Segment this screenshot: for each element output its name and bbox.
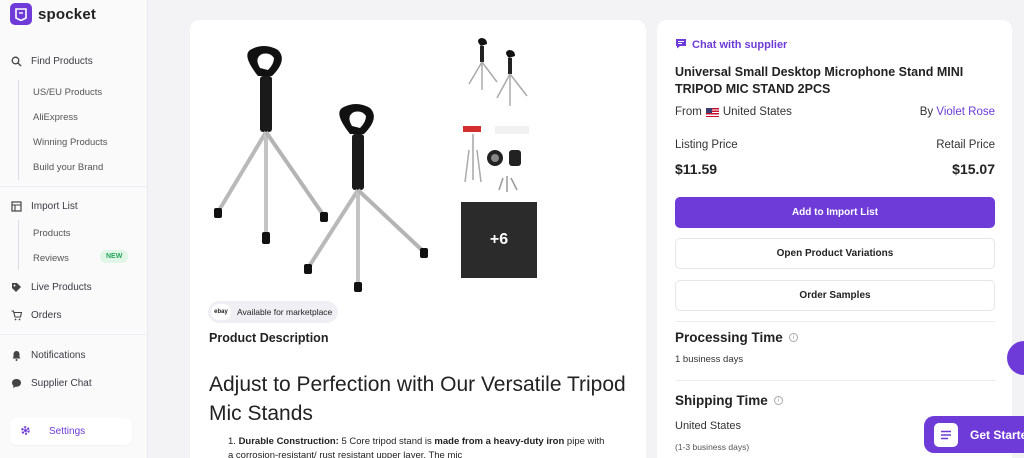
chat-label: Chat with supplier (692, 39, 788, 51)
tag-icon (10, 281, 22, 293)
sidebar-item-products[interactable]: Products (33, 228, 71, 239)
sidebar: spocket Find Products US/EU Products Ali… (0, 0, 148, 458)
by-label: By (919, 106, 934, 118)
nav-notifications[interactable]: Notifications (10, 349, 85, 361)
bullet-title: Durable Construction: (238, 436, 339, 447)
supplier-link[interactable]: Violet Rose (936, 106, 995, 118)
product-card: +6 ebay Available for marketplace Produc… (190, 20, 646, 458)
bullet-text: 5 Core tripod stand is (338, 436, 435, 447)
nav-import-list[interactable]: Import List (10, 200, 78, 212)
shipping-days: (1-3 business days) (675, 442, 750, 452)
shipping-time-heading: Shipping Time i (675, 393, 783, 408)
chat-icon (675, 38, 687, 52)
chat-bubble-icon (10, 377, 22, 389)
bullet-bold: made from a heavy-duty iron (434, 436, 565, 447)
listing-price-value: $11.59 (675, 161, 718, 177)
find-products-submenu: US/EU Products AliExpress Winning Produc… (18, 80, 107, 180)
divider (675, 321, 995, 322)
marketplace-label: Available for marketplace (237, 307, 333, 317)
retail-price-value: $15.07 (952, 161, 995, 177)
new-badge: NEW (100, 250, 129, 263)
product-details-panel: Chat with supplier Universal Small Deskt… (657, 20, 1012, 458)
sidebar-item-aliexpress[interactable]: AliExpress (33, 112, 78, 123)
shipping-country: United States (675, 420, 742, 432)
more-images-thumbnail[interactable]: +6 (461, 202, 537, 278)
nav-label: Supplier Chat (31, 377, 92, 389)
product-description-heading: Product Description (209, 331, 329, 345)
sidebar-item-us-eu-products[interactable]: US/EU Products (33, 87, 102, 98)
ebay-logo-icon: ebay (211, 304, 231, 320)
marketplace-badge: ebay Available for marketplace (208, 301, 339, 323)
nav-label: Import List (31, 200, 78, 212)
origin: From United States (675, 106, 792, 118)
shipping-title: Shipping Time (675, 393, 768, 408)
open-product-variations-button[interactable]: Open Product Variations (675, 238, 995, 269)
brand-logo[interactable]: spocket (10, 3, 96, 25)
import-list-submenu: Products Reviews (18, 220, 71, 270)
order-samples-button[interactable]: Order Samples (675, 280, 995, 311)
supplier-info: By Violet Rose (920, 106, 995, 118)
spocket-logo-icon (10, 3, 32, 25)
nav-orders[interactable]: Orders (10, 309, 62, 321)
get-started-button[interactable]: Get Started (924, 416, 1024, 453)
divider (0, 186, 147, 187)
from-label: From (675, 106, 702, 118)
chat-with-supplier-link[interactable]: Chat with supplier (675, 38, 787, 52)
gear-icon (20, 425, 31, 439)
processing-time-heading: Processing Time i (675, 330, 798, 345)
brand-name: spocket (38, 5, 97, 23)
description-headline: Adjust to Perfection with Our Versatile … (209, 373, 626, 425)
processing-title: Processing Time (675, 330, 783, 345)
list-marker: 1. (228, 436, 239, 447)
nav-label: Find Products (31, 55, 93, 67)
nav-label: Notifications (31, 349, 86, 361)
get-started-label: Get Started (970, 427, 1024, 442)
listing-price-label: Listing Price (675, 139, 738, 151)
product-thumbnail[interactable] (461, 120, 537, 196)
cart-icon (10, 309, 22, 321)
retail-price-label: Retail Price (936, 139, 995, 151)
description-list: 1. Durable Construction: 5 Core tripod s… (228, 435, 608, 458)
product-main-image[interactable] (202, 36, 434, 292)
info-icon[interactable]: i (788, 333, 798, 342)
sidebar-item-reviews[interactable]: Reviews (33, 253, 69, 264)
bell-icon (10, 349, 22, 361)
processing-time-value: 1 business days (675, 354, 744, 365)
add-to-import-list-button[interactable]: Add to Import List (675, 197, 995, 228)
nav-label: Orders (31, 309, 62, 321)
sidebar-item-winning-products[interactable]: Winning Products (33, 137, 107, 148)
divider (0, 334, 147, 335)
info-icon[interactable]: i (773, 396, 783, 405)
product-title: Universal Small Desktop Microphone Stand… (675, 65, 964, 96)
nav-supplier-chat[interactable]: Supplier Chat (10, 377, 92, 389)
divider (675, 380, 995, 381)
product-thumbnail[interactable] (461, 38, 537, 114)
nav-live-products[interactable]: Live Products (10, 281, 92, 293)
nav-label: Live Products (31, 281, 92, 293)
nav-find-products[interactable]: Find Products (10, 55, 93, 67)
search-icon (10, 55, 22, 67)
inbox-icon (10, 200, 22, 212)
from-country: United States (722, 106, 792, 118)
us-flag-icon (705, 107, 719, 117)
settings-label: Settings (49, 426, 86, 437)
list-icon (934, 422, 958, 447)
sidebar-item-build-your-brand[interactable]: Build your Brand (33, 162, 103, 173)
sidebar-item-settings[interactable]: Settings (10, 418, 132, 445)
